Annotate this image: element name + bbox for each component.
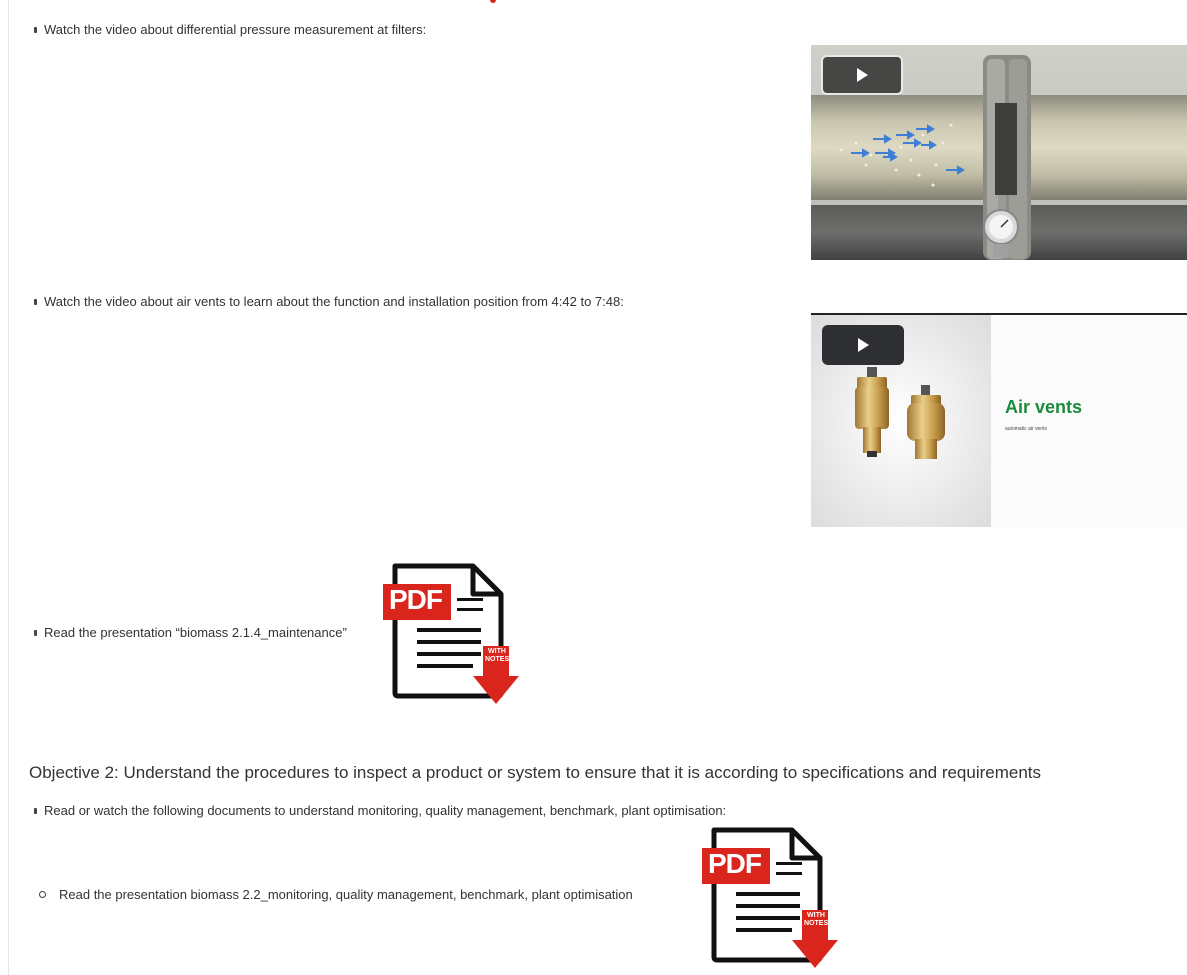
bullet: [34, 299, 37, 305]
video-air-vents[interactable]: Air vents automatic air vents: [811, 313, 1187, 527]
pdf-icon: [702, 827, 838, 968]
circle-bullet: [39, 891, 46, 898]
pdf-badge-line2: NOTES: [485, 656, 510, 663]
page: Watch the video about differential press…: [0, 0, 1187, 975]
play-icon: [857, 68, 868, 82]
pdf-badge-line1: WITH: [488, 648, 506, 655]
pdf-badge: WITH NOTES: [485, 648, 509, 664]
pdf-download-link[interactable]: PDF WITH NOTES: [381, 560, 526, 705]
list-item-text: Watch the video about differential press…: [44, 22, 427, 37]
bullet: [34, 808, 37, 814]
pdf-icon: [383, 563, 519, 704]
list-item-text: Read the presentation “biomass 2.1.4_mai…: [44, 625, 347, 640]
video-title: Air vents: [1005, 397, 1083, 417]
bullet: [34, 27, 37, 33]
pdf-badge: WITH NOTES: [804, 912, 828, 928]
play-button[interactable]: [822, 325, 904, 365]
bullet: [34, 630, 37, 636]
sub-list-item-text: Read the presentation biomass 2.2_monito…: [59, 887, 633, 902]
left-divider: [8, 0, 9, 975]
list-item-text: Watch the video about air vents to learn…: [44, 294, 624, 309]
pdf-badge-line1: WITH: [807, 912, 825, 919]
video-subtitle: automatic air vents: [1005, 426, 1047, 432]
pdf-badge-line2: NOTES: [804, 920, 829, 927]
pdf-label: PDF: [389, 584, 443, 615]
play-icon: [858, 338, 869, 352]
pdf-label: PDF: [708, 848, 762, 879]
pdf-download-link[interactable]: PDF WITH NOTES: [700, 824, 845, 969]
list-item-text: Read or watch the following documents to…: [44, 803, 727, 818]
top-marker: [490, 0, 496, 3]
video-differential-pressure[interactable]: [811, 45, 1187, 260]
play-button[interactable]: [821, 55, 903, 95]
objective-heading: Objective 2: Understand the procedures t…: [29, 763, 1042, 782]
